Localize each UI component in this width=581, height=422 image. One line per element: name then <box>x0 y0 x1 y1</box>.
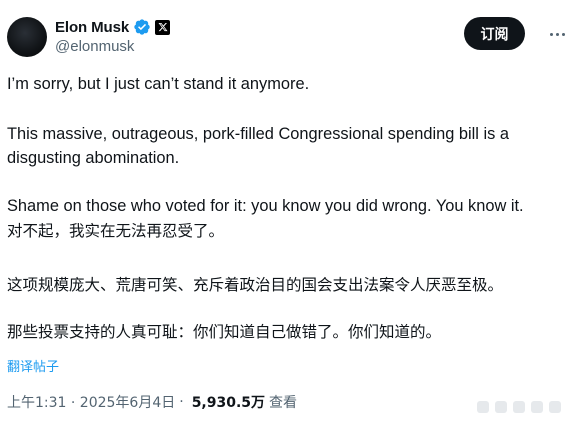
timestamp-link[interactable]: 上午1:31 · 2025年6月4日 <box>7 392 175 412</box>
author-display-name[interactable]: Elon Musk <box>55 19 129 36</box>
avatar[interactable] <box>7 17 47 57</box>
tweet-paragraph: This massive, outrageous, pork-filled Co… <box>7 125 509 167</box>
verified-badge-icon <box>134 19 150 35</box>
x-logo-icon <box>155 19 171 35</box>
watermark-block <box>549 401 561 413</box>
author-name-row: Elon Musk <box>55 17 171 37</box>
meta-separator: · <box>179 394 184 410</box>
more-dot <box>549 32 553 36</box>
watermark-block <box>531 401 543 413</box>
tweet-header: Elon Musk @elonmusk 订阅 <box>7 13 571 61</box>
tweet-card: Elon Musk @elonmusk 订阅 I’m sorry, but I … <box>0 0 581 422</box>
watermark-block <box>477 401 489 413</box>
subscribe-button[interactable]: 订阅 <box>464 17 525 50</box>
tweet-paragraph: 那些投票支持的人真可耻：你们知道自己做错了。你们知道的。 <box>7 323 442 341</box>
more-dot <box>555 32 559 36</box>
views-count: 5,930.5万 <box>191 395 266 411</box>
more-options-icon[interactable] <box>545 23 569 45</box>
translate-post-link[interactable]: 翻译帖子 <box>7 356 59 375</box>
views-label: 查看 <box>269 395 298 411</box>
author-handle[interactable]: @elonmusk <box>55 38 134 55</box>
tweet-paragraph: I’m sorry, but I just can’t stand it any… <box>7 75 310 93</box>
tweet-meta: 上午1:31 · 2025年6月4日 · 5,930.5万 查看 <box>7 392 297 412</box>
tweet-paragraph: 对不起，我实在无法再忍受了。 <box>7 222 225 240</box>
watermark-block <box>495 401 507 413</box>
tweet-paragraph: Shame on those who voted for it: you kno… <box>7 197 524 215</box>
tweet-paragraph: 这项规模庞大、荒唐可笑、充斥着政治目的国会支出法案令人厌恶至极。 <box>7 276 504 294</box>
more-dot <box>561 32 565 36</box>
watermark-area <box>477 400 573 414</box>
watermark-block <box>513 401 525 413</box>
